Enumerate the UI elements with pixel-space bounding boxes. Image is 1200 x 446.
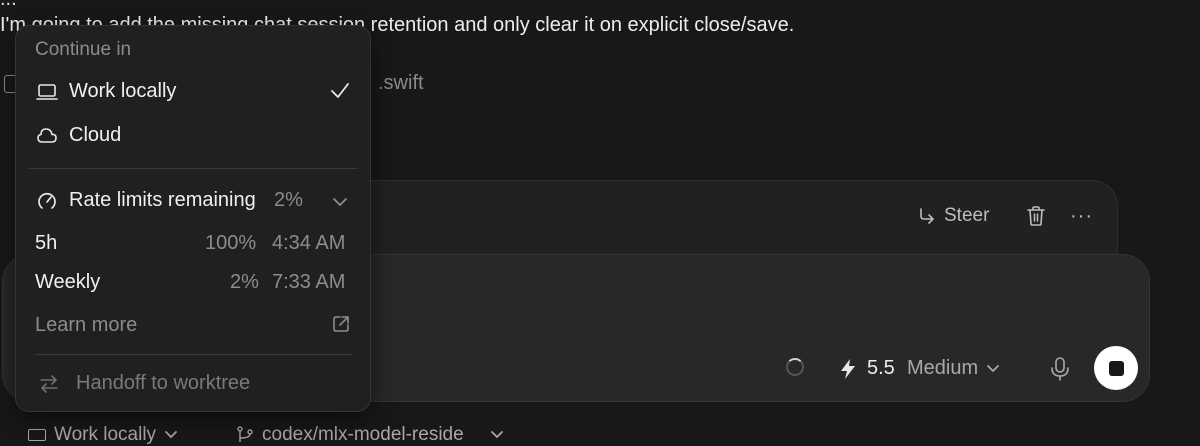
lightning-icon	[841, 359, 855, 379]
menu-header: Continue in	[35, 39, 132, 60]
work-mode-label: Work locally	[54, 424, 157, 445]
rate-limit-name: 5h	[35, 232, 58, 254]
cloud-icon	[37, 128, 57, 143]
steer-arrow-icon	[920, 208, 934, 224]
handoff-to-worktree-item[interactable]: Handoff to worktree	[28, 366, 358, 402]
rate-limit-reset: 4:34 AM	[272, 232, 346, 254]
git-branch-icon	[237, 426, 253, 442]
learn-more-label: Learn more	[35, 314, 138, 336]
rate-limits-label: Rate limits remaining	[69, 189, 256, 211]
chevron-down-icon	[987, 364, 1000, 372]
external-link-icon	[333, 316, 349, 332]
steer-button[interactable]: Steer	[918, 205, 989, 227]
steer-label: Steer	[944, 205, 990, 226]
chevron-down-icon	[490, 431, 503, 439]
chevron-down-icon	[165, 431, 177, 439]
continue-in-menu: Continue in Work locally Cloud Rate limi…	[15, 25, 371, 412]
file-name: .swift	[378, 72, 424, 94]
rate-limit-row: Weekly 2% 7:33 AM	[35, 271, 353, 299]
rate-limits-toggle[interactable]: Rate limits remaining 2%	[28, 183, 358, 219]
branch-label: codex/mlx-model-reside	[262, 424, 464, 445]
laptop-icon	[28, 429, 46, 441]
checkmark-icon	[331, 83, 349, 98]
work-mode-selector[interactable]: Work locally	[28, 424, 178, 446]
rate-limit-row: 5h 100% 4:34 AM	[35, 232, 353, 260]
stop-button[interactable]	[1094, 346, 1138, 390]
reasoning-effort-select[interactable]: Medium	[907, 357, 1000, 380]
model-version[interactable]: 5.5	[867, 357, 895, 380]
laptop-icon	[36, 84, 58, 100]
effort-label: Medium	[907, 357, 979, 379]
rate-limit-percent: 100%	[205, 232, 257, 254]
rate-limit-percent: 2%	[230, 271, 259, 293]
menu-item-label: Work locally	[69, 80, 177, 102]
branch-selector[interactable]: codex/mlx-model-reside	[236, 424, 504, 446]
rate-limit-reset: 7:33 AM	[272, 271, 346, 293]
menu-item-label: Cloud	[69, 124, 122, 146]
microphone-icon[interactable]	[1049, 356, 1071, 382]
menu-item-work-locally[interactable]: Work locally	[28, 74, 358, 110]
stop-icon	[1108, 360, 1124, 376]
menu-divider	[29, 168, 357, 169]
gauge-icon	[38, 192, 56, 209]
trash-icon[interactable]	[1026, 205, 1046, 227]
loading-spinner-icon	[786, 358, 804, 376]
rate-limits-value: 2%	[274, 189, 303, 211]
menu-divider	[35, 354, 353, 355]
handoff-label: Handoff to worktree	[76, 372, 251, 394]
chevron-down-icon	[333, 198, 347, 206]
more-options-button[interactable]: ···	[1070, 205, 1093, 228]
previous-message-text: ...	[0, 0, 17, 11]
learn-more-link[interactable]: Learn more	[35, 314, 353, 342]
rate-limit-name: Weekly	[35, 271, 101, 293]
menu-item-cloud[interactable]: Cloud	[28, 118, 358, 154]
swap-arrows-icon	[40, 375, 58, 393]
